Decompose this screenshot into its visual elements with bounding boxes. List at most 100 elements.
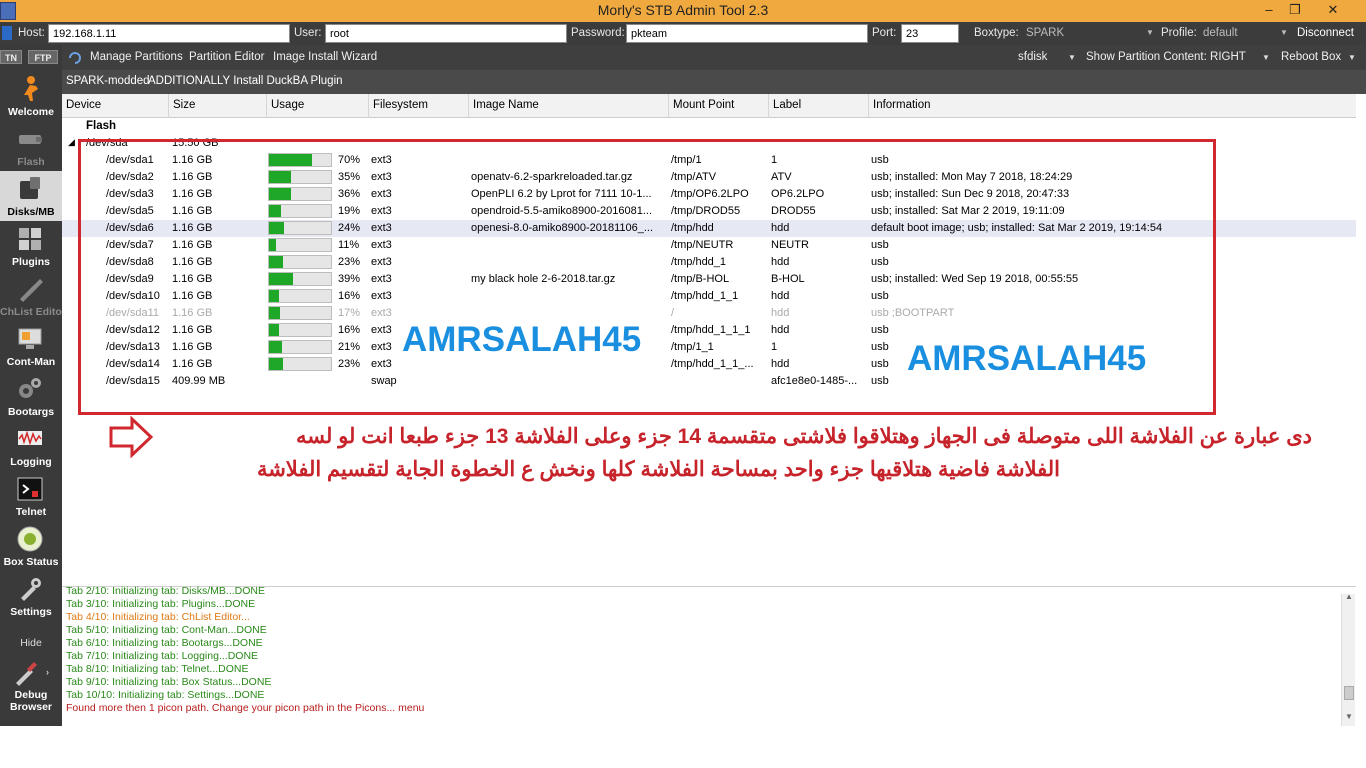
- manage-partitions-tab[interactable]: Manage Partitions: [90, 51, 183, 63]
- tn-button[interactable]: TN: [0, 50, 22, 64]
- show-partition-content-select[interactable]: Show Partition Content: RIGHT: [1086, 51, 1246, 63]
- cell-device: /dev/sda3: [106, 188, 154, 200]
- cell-mount: /tmp/hdd_1_1: [671, 290, 739, 302]
- hide-sidebar-button[interactable]: Hide: [0, 637, 62, 649]
- col-information[interactable]: Information: [868, 94, 1356, 118]
- table-row[interactable]: /dev/sda11 1.16 GB 17% ext3 / hdd usb ;BOOTPAR…: [62, 305, 1356, 322]
- table-row[interactable]: /dev/sda6 1.16 GB 24% ext3 openesi-8.0-amiko…: [62, 220, 1356, 237]
- usage-bar-fill: [269, 273, 294, 285]
- arrow-right-icon: [109, 416, 154, 458]
- sidebar-item-label: Flash: [17, 156, 45, 168]
- table-row[interactable]: /dev/sda15 409.99 MB swap afc1e8e0-1485-...…: [62, 373, 1356, 390]
- usage-bar-fill: [269, 239, 276, 251]
- refresh-icon[interactable]: [68, 51, 82, 65]
- table-row[interactable]: /dev/sda13 1.16 GB 21% ext3/tmp/1_1 1 usb: [62, 339, 1356, 356]
- waveform-icon: [18, 430, 42, 446]
- cell-size: 1.16 GB: [172, 256, 213, 268]
- collapse-icon[interactable]: ◢: [68, 137, 75, 148]
- reboot-dropdown-icon[interactable]: ▼: [1348, 53, 1356, 62]
- log-line: Tab 6/10: Initializing tab: Bootargs...D…: [66, 637, 263, 649]
- cell-info: usb: [871, 154, 889, 166]
- sidebar-item-label: Plugins: [12, 256, 50, 268]
- sidebar-item-welcome[interactable]: Welcome: [0, 71, 62, 121]
- image-install-wizard-tab[interactable]: Image Install Wizard: [273, 51, 377, 63]
- cell-image: OpenPLI 6.2 by Lprot for 7111 10-1...: [471, 188, 652, 200]
- table-row[interactable]: /dev/sda2 1.16 GB 35% ext3 openatv-6.2-spark…: [62, 169, 1356, 186]
- cell-label: 1: [771, 154, 778, 166]
- table-row[interactable]: /dev/sda14 1.16 GB 23% ext3/tmp/hdd_1_1_...…: [62, 356, 1356, 373]
- cell-size: 1.16 GB: [172, 222, 213, 234]
- col-filesystem[interactable]: Filesystem: [368, 94, 468, 118]
- table-row[interactable]: /dev/sda7 1.16 GB 11% ext3/tmp/NEUTR NEUTR us…: [62, 237, 1356, 254]
- sidebar-item-logging[interactable]: Logging: [0, 421, 62, 471]
- col-usage[interactable]: Usage: [266, 94, 366, 118]
- profile-dropdown-icon[interactable]: ▼: [1280, 28, 1288, 37]
- usage-bar-fill: [269, 222, 284, 234]
- table-row[interactable]: /dev/sda9 1.16 GB 39% ext3 my black hole 2-6…: [62, 271, 1356, 288]
- table-row[interactable]: /dev/sda10 1.16 GB 16% ext3/tmp/hdd_1_1 hdd u…: [62, 288, 1356, 305]
- table-row[interactable]: /dev/sda5 1.16 GB 19% ext3 opendroid-5.5-ami…: [62, 203, 1356, 220]
- minimize-button[interactable]: –: [1256, 0, 1282, 20]
- terminal-icon: [17, 477, 43, 501]
- sidebar-item-bootargs[interactable]: Bootargs: [0, 371, 62, 421]
- spark-modded-button[interactable]: SPARK-modded: [66, 75, 150, 87]
- cell-label: hdd: [771, 256, 790, 268]
- cell-size: 1.16 GB: [172, 324, 213, 336]
- partition-content-dropdown-icon[interactable]: ▼: [1262, 53, 1270, 62]
- sfdisk-select[interactable]: sfdisk: [1018, 51, 1047, 63]
- port-input[interactable]: 23: [901, 24, 959, 43]
- table-row[interactable]: /dev/sda1 1.16 GB 70% ext3/tmp/1 1 usb: [62, 152, 1356, 169]
- user-input[interactable]: root: [325, 24, 567, 43]
- user-label: User:: [294, 27, 322, 39]
- cell-device: /dev/sda14: [106, 358, 160, 370]
- profile-select[interactable]: default: [1203, 27, 1238, 39]
- scroll-up-icon[interactable]: ▲: [1345, 592, 1353, 601]
- sidebar-item-box-status[interactable]: Box Status: [0, 521, 62, 571]
- cell-fs: ext3: [371, 341, 392, 353]
- maximize-button[interactable]: ❐: [1282, 0, 1308, 20]
- connection-bar: Host: 192.168.1.11 User: root Password: …: [0, 22, 1366, 45]
- scroll-thumb[interactable]: [1344, 686, 1354, 700]
- sidebar-item-debug-browser[interactable]: › Debug Browser: [0, 655, 62, 715]
- cell-label: afc1e8e0-1485-...: [771, 375, 858, 387]
- sidebar-item-flash[interactable]: Flash: [0, 121, 62, 171]
- log-scrollbar[interactable]: ▲ ▼: [1341, 592, 1355, 726]
- table-row[interactable]: /dev/sda8 1.16 GB 23% ext3/tmp/hdd_1 hdd usb: [62, 254, 1356, 271]
- sidebar-item-disks[interactable]: Disks/MB: [0, 171, 62, 221]
- install-duckba-button[interactable]: ADDITIONALLY Install DuckBA Plugin: [148, 75, 343, 87]
- scroll-down-icon[interactable]: ▼: [1345, 712, 1353, 721]
- cell-fs: ext3: [371, 222, 392, 234]
- sfdisk-dropdown-icon[interactable]: ▼: [1068, 53, 1076, 62]
- table-row[interactable]: /dev/sda3 1.16 GB 36% ext3 OpenPLI 6.2 by Lp…: [62, 186, 1356, 203]
- reboot-box-button[interactable]: Reboot Box: [1281, 51, 1341, 63]
- col-label[interactable]: Label: [768, 94, 868, 118]
- disconnect-button[interactable]: Disconnect: [1297, 27, 1354, 39]
- table-row[interactable]: /dev/sda12 1.16 GB 16% ext3/tmp/hdd_1_1_1 hd…: [62, 322, 1356, 339]
- sidebar-item-chlist-editor[interactable]: ChList Editor: [0, 271, 62, 321]
- password-input[interactable]: pkteam: [626, 24, 868, 43]
- debug-tools-icon: [16, 662, 37, 686]
- sidebar-item-cont-man[interactable]: Cont-Man: [0, 321, 62, 371]
- cell-device: /dev/sda5: [106, 205, 154, 217]
- cell-usage-text: 23%: [338, 256, 361, 268]
- host-input[interactable]: 192.168.1.11: [48, 24, 290, 43]
- col-mount-point[interactable]: Mount Point: [668, 94, 768, 118]
- usage-bar: [268, 204, 332, 218]
- sidebar-item-telnet[interactable]: Telnet: [0, 471, 62, 521]
- col-device[interactable]: Device: [62, 94, 168, 118]
- sidebar-item-label: Disks/MB: [7, 206, 55, 218]
- boxtype-select[interactable]: SPARK: [1026, 27, 1064, 39]
- col-size[interactable]: Size: [168, 94, 266, 118]
- boxtype-dropdown-icon[interactable]: ▼: [1146, 28, 1154, 37]
- ftp-button[interactable]: FTP: [28, 50, 58, 64]
- title-bar: Morly's STB Admin Tool 2.3 – ❐ ✕: [0, 0, 1366, 22]
- partition-editor-tab[interactable]: Partition Editor: [189, 51, 264, 63]
- usage-bar-fill: [269, 324, 279, 336]
- sidebar-item-settings[interactable]: Settings: [0, 571, 62, 621]
- sidebar-item-plugins[interactable]: Plugins: [0, 221, 62, 271]
- action-bar: SPARK-modded ADDITIONALLY Install DuckBA…: [62, 70, 1366, 94]
- col-image-name[interactable]: Image Name: [468, 94, 668, 118]
- close-button[interactable]: ✕: [1320, 0, 1346, 20]
- log-line: Tab 5/10: Initializing tab: Cont-Man...D…: [66, 624, 267, 636]
- cell-device: /dev/sda2: [106, 171, 154, 183]
